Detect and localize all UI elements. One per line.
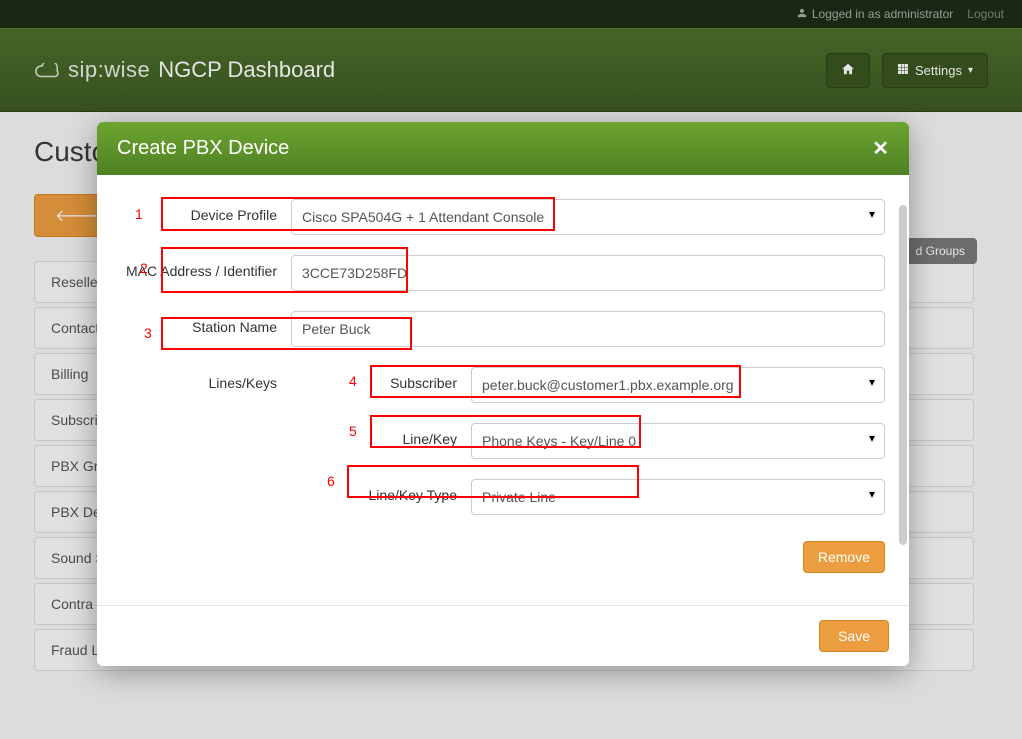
line-key-type-select[interactable]: Private Line <box>471 479 885 515</box>
row-mac: MAC Address / Identifier <box>121 255 885 291</box>
device-profile-select-wrap: Cisco SPA504G + 1 Attendant Console <box>291 199 885 235</box>
label-device-profile: Device Profile <box>121 199 291 223</box>
subscriber-select[interactable]: peter.buck@customer1.pbx.example.org <box>471 367 885 403</box>
modal-header: Create PBX Device ✕ <box>97 122 909 175</box>
label-mac: MAC Address / Identifier <box>121 255 291 279</box>
mac-input[interactable] <box>291 255 885 291</box>
station-input[interactable] <box>291 311 885 347</box>
line-key-type-wrap: Private Line <box>471 479 885 515</box>
station-wrap <box>291 311 885 347</box>
line-key-wrap: Phone Keys - Key/Line 0 <box>471 423 885 459</box>
remove-row: Remove <box>121 535 885 573</box>
remove-button[interactable]: Remove <box>803 541 885 573</box>
modal-title: Create PBX Device <box>117 137 289 160</box>
row-device-profile: Device Profile Cisco SPA504G + 1 Attenda… <box>121 199 885 235</box>
label-station: Station Name <box>121 311 291 335</box>
label-line-key-type: Line/Key Type <box>121 479 471 503</box>
device-profile-select[interactable]: Cisco SPA504G + 1 Attendant Console <box>291 199 885 235</box>
row-station: Station Name <box>121 311 885 347</box>
row-lines-keys-subscriber: Lines/Keys Subscriber peter.buck@custome… <box>121 367 885 403</box>
save-button[interactable]: Save <box>819 620 889 652</box>
mac-wrap <box>291 255 885 291</box>
label-lines-keys: Lines/Keys <box>121 367 291 391</box>
line-key-select[interactable]: Phone Keys - Key/Line 0 <box>471 423 885 459</box>
modal-body: Device Profile Cisco SPA504G + 1 Attenda… <box>97 175 909 605</box>
subscriber-wrap: peter.buck@customer1.pbx.example.org <box>471 367 885 403</box>
modal-footer: Save <box>97 605 909 666</box>
scrollbar[interactable] <box>899 205 907 545</box>
label-subscriber: Subscriber <box>291 367 471 391</box>
label-line-key: Line/Key <box>121 423 471 447</box>
close-icon[interactable]: ✕ <box>872 136 889 161</box>
row-line-key-type: Line/Key Type Private Line <box>121 479 885 515</box>
row-line-key: Line/Key Phone Keys - Key/Line 0 <box>121 423 885 459</box>
modal: Create PBX Device ✕ Device Profile Cisco… <box>97 122 909 666</box>
